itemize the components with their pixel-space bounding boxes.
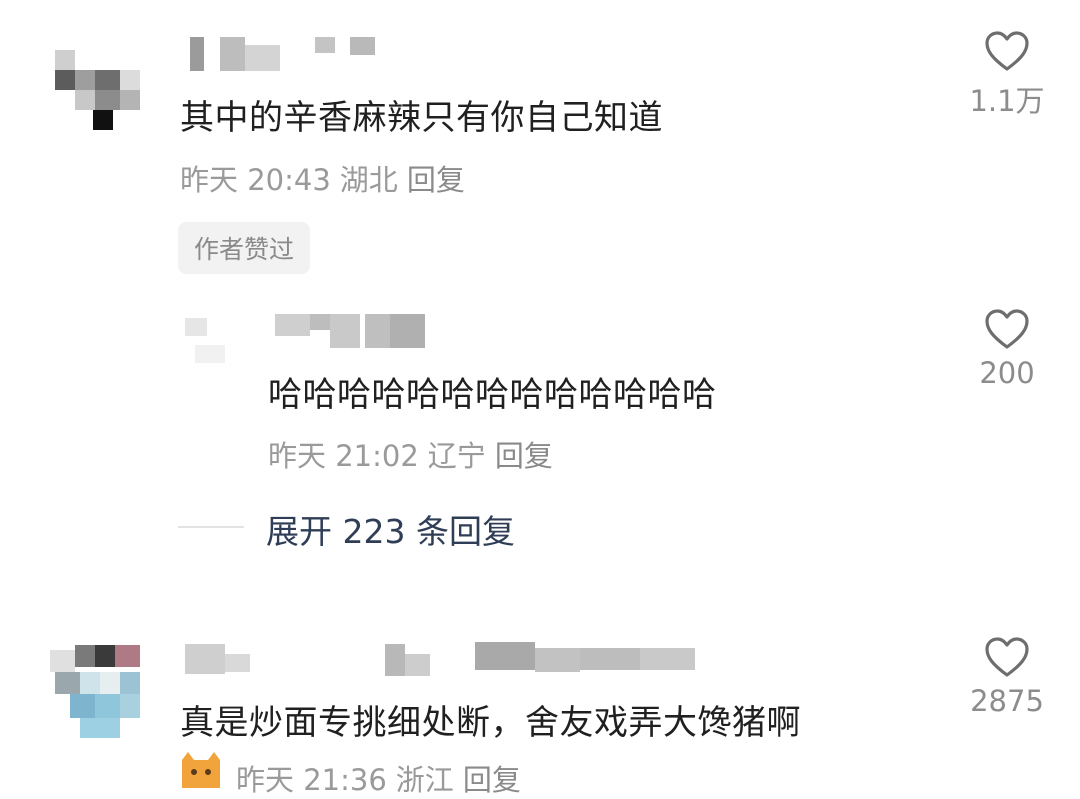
username-obscured[interactable] — [180, 35, 400, 71]
comment-text: 真是炒面专挑细处断，舍友戏弄大馋猪啊 — [180, 703, 801, 743]
reply-text: 哈哈哈哈哈哈哈哈哈哈哈哈哈 — [268, 375, 717, 415]
heart-icon[interactable] — [984, 636, 1030, 678]
avatar[interactable] — [45, 40, 155, 135]
avatar[interactable] — [180, 310, 240, 370]
cat-face-icon — [182, 752, 220, 788]
like-count: 200 — [979, 356, 1035, 390]
heart-icon[interactable] — [984, 308, 1030, 350]
like-button[interactable]: 200 — [952, 308, 1062, 390]
username-obscured[interactable] — [270, 312, 440, 348]
expand-divider — [178, 526, 244, 528]
author-liked-badge: 作者赞过 — [178, 222, 311, 274]
like-count: 1.1万 — [969, 84, 1045, 118]
like-button[interactable]: 2875 — [952, 636, 1062, 718]
comment-meta: 昨天 21:36 浙江 回复 — [236, 757, 530, 799]
comment-meta: 昨天 20:43 湖北 回复 — [180, 157, 474, 199]
comment-time: 昨天 21:36 — [236, 763, 387, 797]
reply-meta: 昨天 21:02 辽宁 回复 — [268, 433, 562, 475]
like-button[interactable]: 1.1万 — [952, 30, 1062, 120]
reply-time: 昨天 21:02 — [268, 439, 419, 473]
comment-text: 其中的辛香麻辣只有你自己知道 — [180, 98, 663, 138]
comment-location: 浙江 — [395, 763, 454, 797]
reply-location: 辽宁 — [427, 439, 486, 473]
comment-location: 湖北 — [339, 163, 398, 197]
like-count: 2875 — [970, 684, 1044, 718]
username-obscured[interactable] — [180, 640, 720, 676]
avatar[interactable] — [45, 640, 155, 740]
author-reaction-emoji — [178, 750, 224, 790]
comment-time: 昨天 20:43 — [180, 163, 331, 197]
reply-button[interactable]: 回复 — [495, 439, 553, 473]
expand-replies-button[interactable]: 展开 223 条回复 — [266, 505, 515, 553]
heart-icon[interactable] — [984, 30, 1030, 72]
reply-button[interactable]: 回复 — [407, 163, 465, 197]
reply-button[interactable]: 回复 — [463, 763, 521, 797]
